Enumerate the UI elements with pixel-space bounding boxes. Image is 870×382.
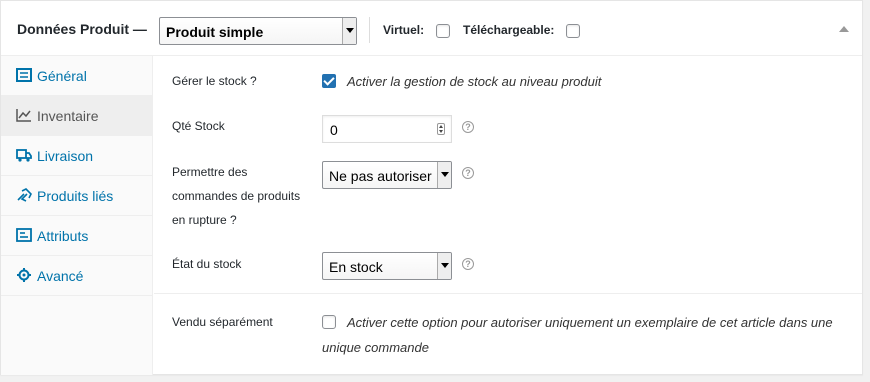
header-divider <box>369 17 370 43</box>
tab-inventory[interactable]: Inventaire <box>1 96 153 136</box>
sold-individually-hint-line1: Activer cette option pour autoriser uniq… <box>347 315 833 330</box>
backorders-label-line1: Permettre des <box>172 165 248 179</box>
backorders-label-line2: commandes de produits <box>172 189 301 203</box>
attributes-icon <box>16 228 32 242</box>
panel-title: Données Produit — <box>17 21 147 37</box>
tab-general[interactable]: Général <box>1 56 153 96</box>
inventory-panel: Gérer le stock ? Activer la gestion de s… <box>154 56 862 375</box>
product-tabs: Général Inventaire Livraison Produits li… <box>1 56 153 375</box>
sold-individually-label: Vendu séparément <box>172 315 273 329</box>
tab-attributes-label: Attributs <box>37 228 89 244</box>
tab-linked-products[interactable]: Produits liés <box>1 176 153 216</box>
manage-stock-hint: Activer la gestion de stock au niveau pr… <box>347 74 602 89</box>
chevron-down-icon <box>437 162 451 188</box>
sold-individually-hint-line2: unique commande <box>322 340 429 355</box>
stock-qty-value: 0 <box>330 122 338 138</box>
inventory-icon <box>16 109 31 122</box>
section-divider <box>154 293 862 294</box>
backorders-label-line3: en rupture ? <box>172 213 237 227</box>
backorders-select[interactable]: Ne pas autoriser <box>322 161 452 189</box>
downloadable-checkbox[interactable] <box>566 24 580 38</box>
tab-shipping[interactable]: Livraison <box>1 136 153 176</box>
stock-status-select[interactable]: En stock <box>322 252 452 280</box>
manage-stock-checkbox[interactable] <box>322 74 336 88</box>
help-icon[interactable]: ? <box>462 121 474 133</box>
collapse-arrow-icon[interactable] <box>839 26 849 32</box>
product-type-value: Produit simple <box>166 24 264 40</box>
chevron-down-icon <box>342 18 356 44</box>
product-type-select[interactable]: Produit simple <box>159 17 357 45</box>
tab-advanced-label: Avancé <box>37 268 84 284</box>
stock-qty-label: Qté Stock <box>172 119 225 133</box>
tab-inventory-label: Inventaire <box>37 108 99 124</box>
stepper-icon[interactable] <box>437 123 445 135</box>
manage-stock-label: Gérer le stock ? <box>172 74 257 88</box>
tab-shipping-label: Livraison <box>37 148 94 164</box>
downloadable-label: Téléchargeable: <box>463 23 555 37</box>
backorders-value: Ne pas autoriser <box>329 168 432 184</box>
stock-qty-input[interactable]: 0 <box>322 115 452 143</box>
tab-attributes[interactable]: Attributs <box>1 216 153 256</box>
general-icon <box>16 68 32 82</box>
virtual-checkbox[interactable] <box>436 24 450 38</box>
tab-linked-products-label: Produits liés <box>37 188 114 204</box>
link-icon <box>17 188 32 202</box>
stock-status-label: État du stock <box>172 257 242 271</box>
tab-advanced[interactable]: Avancé <box>1 256 153 296</box>
virtual-label: Virtuel: <box>383 23 425 37</box>
panel-header: Données Produit — Produit simple Virtuel… <box>1 1 862 56</box>
stock-status-value: En stock <box>329 259 383 275</box>
sold-individually-checkbox[interactable] <box>322 315 336 329</box>
truck-icon <box>16 149 32 162</box>
gear-icon <box>17 268 31 282</box>
help-icon[interactable]: ? <box>462 258 474 270</box>
tab-general-label: Général <box>37 68 87 84</box>
product-data-panel: Données Produit — Produit simple Virtuel… <box>0 0 863 375</box>
chevron-down-icon <box>437 253 451 279</box>
help-icon[interactable]: ? <box>462 167 474 179</box>
